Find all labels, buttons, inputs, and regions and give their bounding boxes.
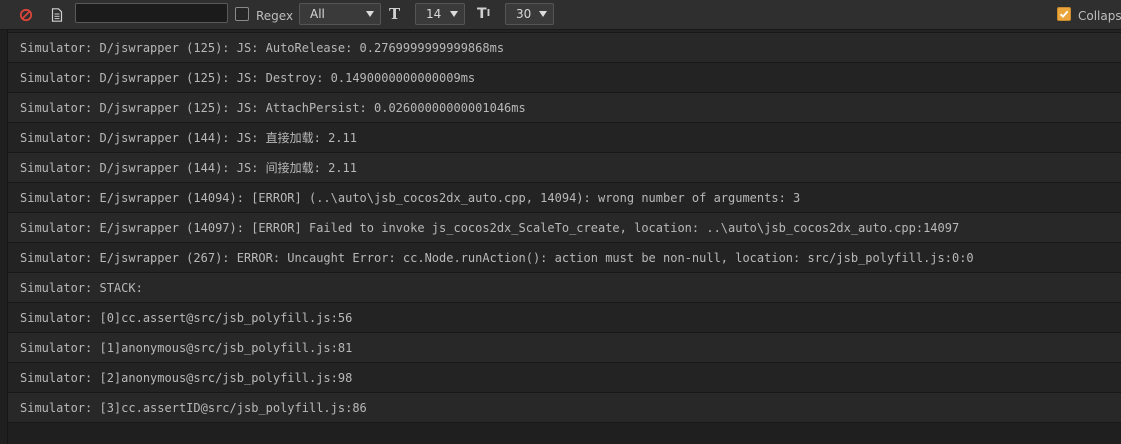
font-size-icon: T (389, 5, 401, 23)
log-row[interactable]: Simulator: E/jswrapper (267): ERROR: Unc… (8, 243, 1121, 273)
filter-search-input[interactable] (75, 3, 228, 23)
font-size-select[interactable]: 14 (415, 3, 465, 25)
checkmark-icon (1059, 10, 1069, 18)
line-count-select[interactable]: 30 (505, 3, 554, 25)
log-level-value: All (310, 7, 325, 21)
regex-label: Regex (256, 9, 294, 23)
log-row[interactable]: Simulator: [0]cc.assert@src/jsb_polyfill… (8, 303, 1121, 333)
console-toolbar: Regex All T 14 TI 30 Collapse (0, 0, 1121, 30)
collapse-checkbox[interactable] (1057, 7, 1071, 21)
line-count-value: 30 (516, 7, 532, 21)
chevron-down-icon (450, 11, 458, 17)
open-log-file-button[interactable] (47, 5, 67, 25)
console-log-list[interactable]: Simulator: D/jswrapper (125): JS: AutoRe… (7, 30, 1121, 444)
log-row[interactable]: Simulator: [3]cc.assertID@src/jsb_polyfi… (8, 393, 1121, 423)
no-entry-icon (19, 8, 33, 22)
chevron-down-icon (366, 11, 374, 17)
font-size-value: 14 (426, 7, 442, 21)
log-row[interactable]: Simulator: D/jswrapper (125): JS: AutoRe… (8, 33, 1121, 63)
log-row[interactable]: Simulator: E/jswrapper (14094): [ERROR] … (8, 183, 1121, 213)
log-row[interactable]: Simulator: STACK: (8, 273, 1121, 303)
log-row[interactable]: Simulator: [2]anonymous@src/jsb_polyfill… (8, 363, 1121, 393)
document-icon (51, 8, 63, 22)
chevron-down-icon (539, 11, 547, 17)
regex-checkbox[interactable] (235, 7, 249, 21)
log-row[interactable]: Simulator: D/jswrapper (144): JS: 间接加载: … (8, 153, 1121, 183)
log-level-select[interactable]: All (299, 3, 381, 25)
log-row[interactable]: Simulator: D/jswrapper (125): JS: Destro… (8, 63, 1121, 93)
log-row[interactable]: Simulator: D/jswrapper (125): JS: Attach… (8, 93, 1121, 123)
clear-console-button[interactable] (16, 5, 36, 25)
log-row[interactable]: Simulator: D/jswrapper (144): JS: 直接加载: … (8, 123, 1121, 153)
log-row[interactable]: Simulator: [1]anonymous@src/jsb_polyfill… (8, 333, 1121, 363)
log-row[interactable]: Simulator: E/jswrapper (14097): [ERROR] … (8, 213, 1121, 243)
line-height-icon: TI (477, 6, 491, 22)
collapse-label: Collapse (1078, 9, 1121, 23)
